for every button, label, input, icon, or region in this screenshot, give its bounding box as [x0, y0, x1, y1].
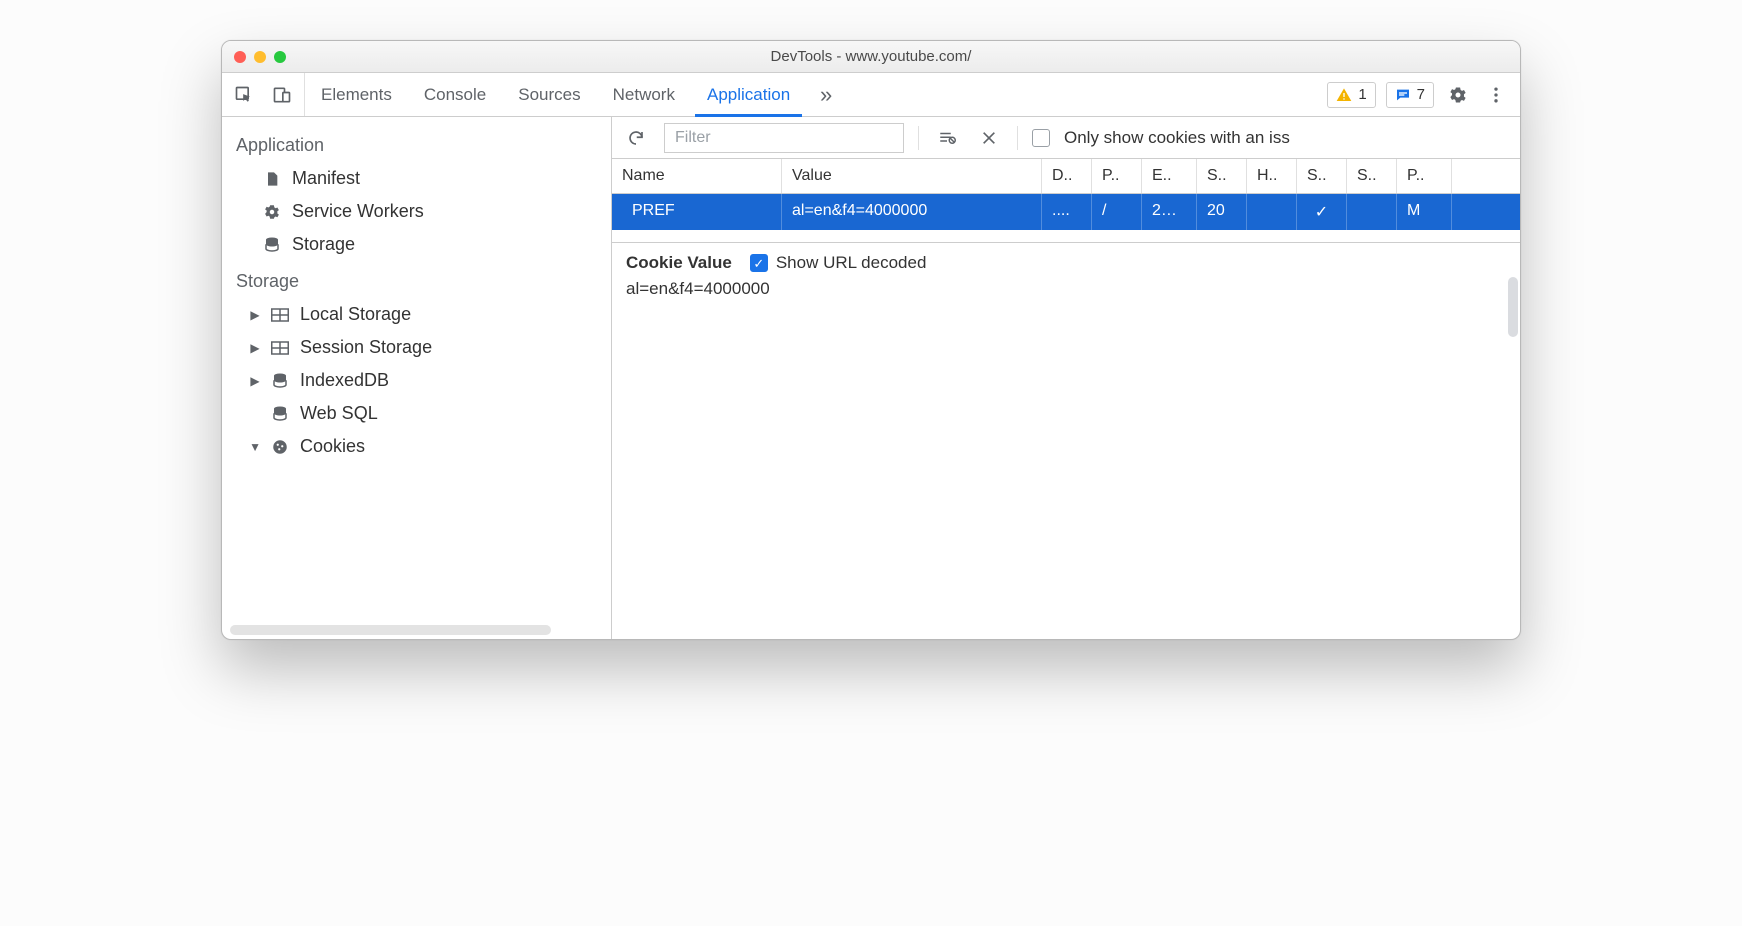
cell-size: 20: [1197, 194, 1247, 230]
col-path[interactable]: P..: [1092, 159, 1142, 193]
table-row[interactable]: PREF al=en&f4=4000000 .... / 2… 20 ✓ M: [612, 194, 1520, 230]
cookies-table: Name Value D.. P.. E.. S.. H.. S.. S.. P…: [612, 159, 1520, 243]
devtools-toolbar: Elements Console Sources Network Applica…: [222, 73, 1520, 117]
warning-icon: [1336, 87, 1352, 103]
sidebar-item-websql[interactable]: Web SQL: [222, 397, 611, 430]
sidebar-item-label: Service Workers: [292, 201, 424, 222]
sidebar-item-label: Local Storage: [300, 304, 411, 325]
caret-right-icon: ▶: [250, 341, 260, 355]
sidebar-item-label: Manifest: [292, 168, 360, 189]
col-secure[interactable]: S..: [1297, 159, 1347, 193]
tab-network[interactable]: Network: [597, 73, 691, 116]
cell-priority: M: [1397, 194, 1452, 230]
sidebar-item-label: Storage: [292, 234, 355, 255]
device-toolbar-icon[interactable]: [268, 81, 296, 109]
cell-httponly: [1247, 194, 1297, 230]
show-url-decoded-label: Show URL decoded: [776, 253, 927, 273]
sidebar-item-label: Cookies: [300, 436, 365, 457]
only-issues-checkbox[interactable]: [1032, 129, 1050, 147]
sidebar-item-indexeddb[interactable]: ▶ IndexedDB: [222, 364, 611, 397]
cookies-panel: Only show cookies with an iss Name Value…: [612, 117, 1520, 639]
sidebar-horizontal-scrollbar[interactable]: [230, 625, 551, 635]
cell-secure: ✓: [1297, 194, 1347, 230]
close-window-button[interactable]: [234, 51, 246, 63]
col-size[interactable]: S..: [1197, 159, 1247, 193]
more-tabs-button[interactable]: »: [806, 73, 846, 116]
col-domain[interactable]: D..: [1042, 159, 1092, 193]
cell-samesite: [1347, 194, 1397, 230]
message-icon: [1395, 87, 1411, 103]
col-priority[interactable]: P..: [1397, 159, 1452, 193]
cell-domain: ....: [1042, 194, 1092, 230]
application-sidebar: Application Manifest Service Workers Sto…: [222, 117, 612, 639]
sidebar-item-session-storage[interactable]: ▶ Session Storage: [222, 331, 611, 364]
tab-elements[interactable]: Elements: [305, 73, 408, 116]
sidebar-item-cookies[interactable]: ▼ Cookies: [222, 430, 611, 463]
sidebar-item-storage[interactable]: Storage: [222, 228, 611, 261]
tab-application[interactable]: Application: [691, 73, 806, 116]
col-name[interactable]: Name: [612, 159, 782, 193]
panel-tabs: Elements Console Sources Network Applica…: [305, 73, 1317, 116]
cookie-detail: Cookie Value Show URL decoded al=en&f4=4…: [612, 243, 1520, 309]
window-controls: [222, 51, 286, 63]
grid-icon: [270, 338, 290, 358]
delete-selected-icon[interactable]: [975, 124, 1003, 152]
cookie-detail-value: al=en&f4=4000000: [626, 279, 1506, 299]
col-samesite[interactable]: S..: [1347, 159, 1397, 193]
sidebar-item-service-workers[interactable]: Service Workers: [222, 195, 611, 228]
refresh-icon[interactable]: [622, 124, 650, 152]
kebab-menu-icon[interactable]: [1482, 81, 1510, 109]
caret-down-icon: ▼: [250, 440, 260, 454]
minimize-window-button[interactable]: [254, 51, 266, 63]
clear-all-icon[interactable]: [933, 124, 961, 152]
grid-icon: [270, 305, 290, 325]
panel-vertical-scrollbar[interactable]: [1508, 277, 1518, 337]
cookie-icon: [270, 437, 290, 457]
devtools-window: DevTools - www.youtube.com/ Elements Con…: [221, 40, 1521, 640]
warnings-badge[interactable]: 1: [1327, 82, 1375, 108]
only-issues-label: Only show cookies with an iss: [1064, 128, 1290, 148]
divider: [918, 126, 919, 150]
sidebar-item-label: IndexedDB: [300, 370, 389, 391]
cell-value: al=en&f4=4000000: [782, 194, 1042, 230]
inspect-element-icon[interactable]: [230, 81, 258, 109]
content-area: Application Manifest Service Workers Sto…: [222, 117, 1520, 639]
cell-path: /: [1092, 194, 1142, 230]
cell-expires: 2…: [1142, 194, 1197, 230]
titlebar: DevTools - www.youtube.com/: [222, 41, 1520, 73]
table-header-row: Name Value D.. P.. E.. S.. H.. S.. S.. P…: [612, 159, 1520, 194]
database-icon: [262, 235, 282, 255]
tab-sources[interactable]: Sources: [502, 73, 596, 116]
settings-icon[interactable]: [1444, 81, 1472, 109]
gear-icon: [262, 202, 282, 222]
sidebar-item-local-storage[interactable]: ▶ Local Storage: [222, 298, 611, 331]
messages-badge[interactable]: 7: [1386, 82, 1434, 108]
col-value[interactable]: Value: [782, 159, 1042, 193]
zoom-window-button[interactable]: [274, 51, 286, 63]
warnings-count: 1: [1358, 86, 1366, 103]
divider: [1017, 126, 1018, 150]
cell-name: PREF: [612, 194, 782, 230]
window-title: DevTools - www.youtube.com/: [222, 48, 1520, 65]
sidebar-item-label: Session Storage: [300, 337, 432, 358]
sidebar-item-manifest[interactable]: Manifest: [222, 162, 611, 195]
database-icon: [270, 371, 290, 391]
sidebar-group-application: Application: [222, 125, 611, 162]
filter-input[interactable]: [664, 123, 904, 153]
sidebar-item-label: Web SQL: [300, 403, 378, 424]
database-icon: [270, 404, 290, 424]
caret-right-icon: ▶: [250, 374, 260, 388]
file-icon: [262, 169, 282, 189]
col-expires[interactable]: E..: [1142, 159, 1197, 193]
cookie-detail-title: Cookie Value: [626, 253, 732, 273]
messages-count: 7: [1417, 86, 1425, 103]
sidebar-group-storage: Storage: [222, 261, 611, 298]
cookies-filterbar: Only show cookies with an iss: [612, 117, 1520, 159]
col-httponly[interactable]: H..: [1247, 159, 1297, 193]
tab-console[interactable]: Console: [408, 73, 502, 116]
caret-right-icon: ▶: [250, 308, 260, 322]
show-url-decoded-checkbox[interactable]: [750, 254, 768, 272]
